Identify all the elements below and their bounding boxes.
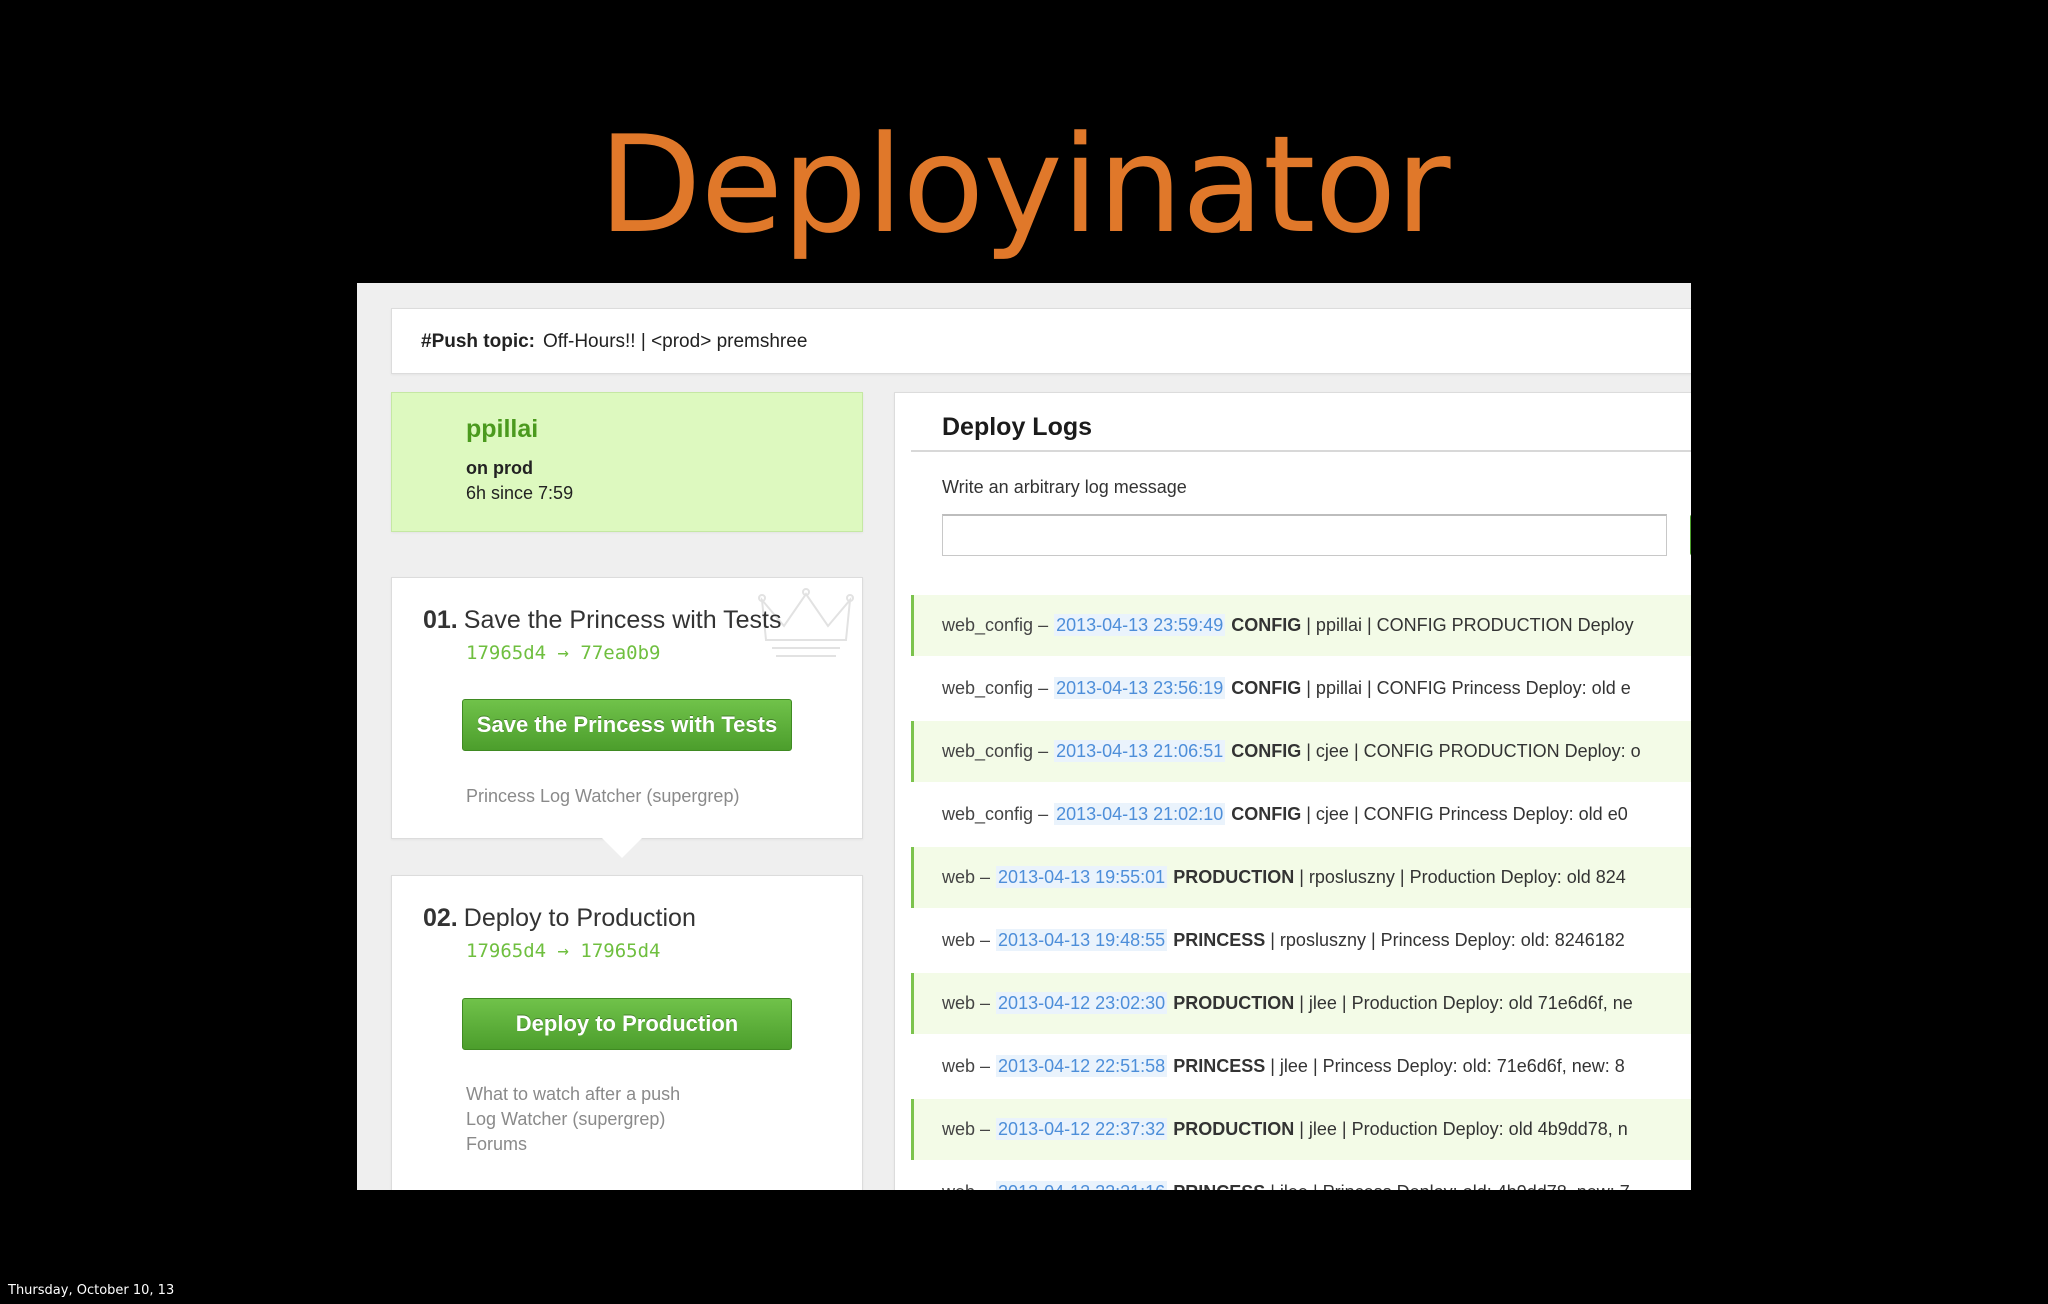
- log-kind: PRODUCTION: [1173, 993, 1295, 1013]
- log-timestamp[interactable]: 2013-04-12 22:37:32: [996, 1118, 1168, 1140]
- log-row: web – 2013-04-12 22:21:16 PRINCESS | jlee …: [911, 1162, 1691, 1190]
- log-timestamp[interactable]: 2013-04-12 22:51:58: [996, 1055, 1168, 1077]
- log-source: web –: [942, 1182, 990, 1190]
- stage-commit-range[interactable]: 17965d4 → 77ea0b9: [466, 642, 660, 664]
- slide-title: Deployinator: [598, 107, 1450, 263]
- deploy-logs-title: Deploy Logs: [942, 413, 1093, 441]
- log-timestamp[interactable]: 2013-04-13 21:02:10: [1054, 803, 1226, 825]
- stage-number: 01.: [423, 606, 458, 634]
- log-message: | jlee | Princess Deploy: old: 4b9dd78, …: [1270, 1182, 1630, 1190]
- log-kind: PRINCESS: [1173, 1182, 1265, 1190]
- lock-environment: on prod: [466, 458, 533, 478]
- log-row: web –2013-04-13 19:48:55 PRINCESS | rposl…: [911, 910, 1691, 971]
- log-timestamp[interactable]: 2013-04-13 21:06:51: [1054, 740, 1226, 762]
- log-timestamp[interactable]: 2013-04-13 23:56:19: [1054, 677, 1226, 699]
- log-row: web_config –2013-04-13 21:06:51 CONFIG | …: [911, 721, 1691, 782]
- save-the-princess-button[interactable]: Save the Princess with Tests: [462, 699, 792, 751]
- log-kind: PRODUCTION: [1173, 867, 1295, 887]
- log-row: web_config –2013-04-13 21:02:10 CONFIG | …: [911, 784, 1691, 845]
- log-kind: PRODUCTION: [1173, 1119, 1295, 1139]
- stage-notes: What to watch after a push Log Watcher (…: [466, 1082, 680, 1157]
- log-timestamp[interactable]: 2013-04-12 22:21:16: [996, 1181, 1168, 1190]
- log-kind: CONFIG: [1231, 615, 1302, 635]
- log-watcher-link[interactable]: Log Watcher (supergrep): [466, 1107, 680, 1132]
- log-message: | cjee | CONFIG Princess Deploy: old e0: [1306, 804, 1628, 824]
- log-kind: CONFIG: [1231, 804, 1302, 824]
- stage-princess: 01. Save the Princess with Tests 17965d4 …: [391, 577, 863, 858]
- log-source: web –: [942, 867, 991, 887]
- log-row: web –2013-04-12 22:51:58 PRINCESS | jlee …: [911, 1036, 1691, 1097]
- log-message: | ppillai | CONFIG Princess Deploy: old …: [1306, 678, 1631, 698]
- log-source: web_config –: [942, 804, 1049, 824]
- push-topic-label: #Push topic:: [421, 331, 536, 352]
- log-message: | cjee | CONFIG PRODUCTION Deploy: o: [1306, 741, 1641, 761]
- log-message-label: Write an arbitrary log message: [942, 477, 1187, 497]
- log-message: | rposluszny | Production Deploy: old 82…: [1299, 867, 1626, 887]
- push-topic-bar: #Push topic: Off-Hours!! | <prod> premshr…: [391, 308, 1691, 374]
- log-timestamp[interactable]: 2013-04-13 23:59:49: [1054, 614, 1226, 636]
- log-kind: PRINCESS: [1173, 930, 1266, 950]
- submit-log-button[interactable]: [1690, 514, 1691, 556]
- log-row: web –2013-04-12 23:02:30 PRODUCTION | jle…: [911, 973, 1691, 1034]
- slide-footer-date: Thursday, October 10, 13: [8, 1283, 175, 1298]
- stage-name: Save the Princess with Tests: [463, 606, 782, 634]
- divider: [911, 450, 1691, 452]
- deploy-lock-panel: ppillai on prod 6h since 7:59: [391, 392, 863, 532]
- lock-since: 6h since 7:59: [466, 483, 574, 503]
- log-kind: CONFIG: [1231, 741, 1302, 761]
- deployinator-screenshot: #Push topic: Off-Hours!! | <prod> premshr…: [357, 283, 1691, 1190]
- stage-number: 02.: [423, 904, 458, 932]
- log-row: web –2013-04-13 19:55:01 PRODUCTION | rpo…: [911, 847, 1691, 908]
- log-source: web_config –: [942, 741, 1049, 761]
- stage-name: Deploy to Production: [463, 904, 696, 932]
- stage-commit-range[interactable]: 17965d4 → 17965d4: [466, 940, 660, 962]
- log-message: | jlee | Production Deploy: old 4b9dd78,…: [1299, 1119, 1628, 1139]
- log-message: | jlee | Princess Deploy: old: 71e6d6f, …: [1270, 1056, 1625, 1076]
- log-row: web_config –2013-04-13 23:59:49 CONFIG | …: [911, 595, 1691, 656]
- log-message: | jlee | Production Deploy: old 71e6d6f,…: [1299, 993, 1633, 1013]
- log-timestamp[interactable]: 2013-04-13 19:48:55: [996, 929, 1168, 951]
- log-source: web_config –: [942, 615, 1049, 635]
- deploy-to-production-button[interactable]: Deploy to Production: [462, 998, 792, 1050]
- log-kind: CONFIG: [1231, 678, 1302, 698]
- deploy-logs-panel: Deploy Logs Write an arbitrary log messa…: [894, 392, 1691, 1190]
- log-row: web_config –2013-04-13 23:56:19 CONFIG | …: [911, 658, 1691, 719]
- log-source: web –: [942, 930, 991, 950]
- forums-link[interactable]: Forums: [466, 1132, 680, 1157]
- log-kind: PRINCESS: [1173, 1056, 1266, 1076]
- log-source: web_config –: [942, 678, 1049, 698]
- stage-heading: 02. Deploy to Production: [423, 904, 696, 933]
- stage-note: Princess Log Watcher (supergrep): [466, 784, 739, 809]
- log-row: web –2013-04-12 22:37:32 PRODUCTION | jle…: [911, 1099, 1691, 1160]
- stage-arrow: [602, 838, 642, 858]
- push-topic: #Push topic: Off-Hours!! | <prod> premshr…: [421, 331, 807, 353]
- princess-log-watcher-link[interactable]: Princess Log Watcher (supergrep): [466, 784, 739, 809]
- log-timestamp[interactable]: 2013-04-12 23:02:30: [996, 992, 1168, 1014]
- log-source: web –: [942, 993, 991, 1013]
- log-message: | ppillai | CONFIG PRODUCTION Deploy: [1306, 615, 1634, 635]
- stage-production: 02. Deploy to Production 17965d4 → 17965d…: [391, 875, 863, 1190]
- log-timestamp[interactable]: 2013-04-13 19:55:01: [996, 866, 1168, 888]
- watch-after-push-label: What to watch after a push: [466, 1084, 681, 1104]
- log-message: | rposluszny | Princess Deploy: old: 824…: [1270, 930, 1625, 950]
- lock-user[interactable]: ppillai: [466, 415, 538, 444]
- stage-heading: 01. Save the Princess with Tests: [423, 606, 782, 635]
- log-source: web –: [942, 1119, 991, 1139]
- log-source: web –: [942, 1056, 991, 1076]
- push-topic-value: Off-Hours!! | <prod> premshree: [543, 331, 808, 352]
- log-message-input[interactable]: [942, 514, 1667, 556]
